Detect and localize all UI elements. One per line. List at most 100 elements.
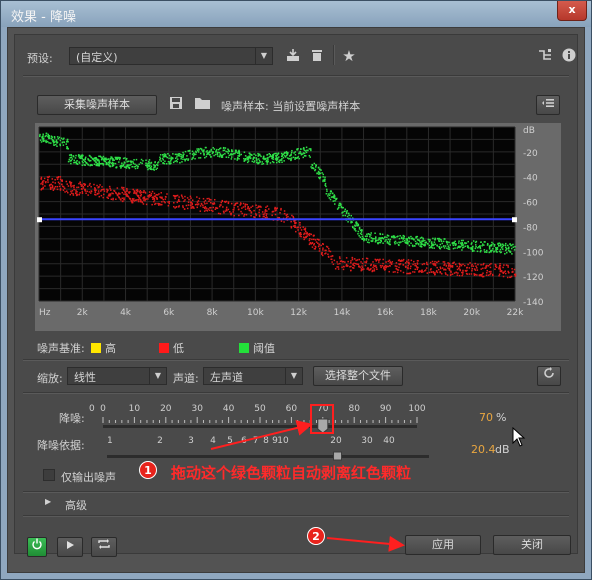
info-icon[interactable]: [561, 48, 577, 64]
annotation-marker-1: 1: [139, 461, 157, 479]
reduce-by-track: [107, 455, 429, 458]
reduction-tick-label: 0: [89, 404, 95, 414]
channel-value: 左声道: [210, 371, 243, 384]
hz-tick-label: 22k: [507, 308, 524, 318]
reduce-by-tick-label: 20: [330, 436, 342, 446]
hz-tick-label: 2k: [77, 308, 89, 318]
undo-icon: [544, 367, 554, 378]
reduce-by-tick-label: 4: [210, 436, 216, 446]
reduction-tick-label: 80: [348, 404, 360, 414]
channel-dropdown[interactable]: 左声道 ▼: [203, 367, 303, 385]
effect-window: 效果 - 降噪 x 预设: (自定义) ▼ ★ 采集噪声样本 噪声样本: 当前设…: [0, 0, 592, 580]
reduction-tick-label: 90: [380, 404, 392, 414]
legend-item-high: 高: [91, 340, 116, 356]
reduction-tick-label: 60: [286, 404, 298, 414]
reduction-tick-label: 0: [100, 404, 106, 414]
hz-tick-label: Hz: [39, 308, 51, 318]
reduction-tick-label: 40: [223, 404, 235, 414]
chevron-down-icon: ▼: [285, 368, 302, 384]
reduction-tick-label: 50: [254, 404, 266, 414]
hz-tick-label: 8k: [207, 308, 219, 318]
loop-button[interactable]: [91, 537, 117, 557]
preset-dropdown[interactable]: (自定义) ▼: [69, 47, 273, 65]
legend-swatch-low: [159, 343, 169, 353]
reduce-by-tick-label: 10: [277, 436, 289, 446]
apply-button[interactable]: 应用: [405, 535, 481, 555]
spectrum-graph-frame: Hz 2k 4k 6k 8k 10k 12k 14k 16k 18k 20k 22k dB -20 -40 -…: [35, 123, 561, 331]
output-noise-only-checkbox[interactable]: [43, 469, 55, 481]
channel-label: 声道:: [173, 372, 199, 385]
reduce-by-tick-label: 7: [253, 436, 259, 446]
reduce-by-value[interactable]: 20.4: [471, 443, 496, 456]
reduce-by-tick-label: 40: [383, 436, 395, 446]
footer-divider: [23, 515, 569, 517]
chevron-down-icon: ▼: [255, 48, 272, 64]
reduction-value[interactable]: 70: [479, 411, 493, 424]
annotation-arrow-2: [326, 535, 405, 552]
reduction-label: 降噪:: [59, 412, 85, 425]
hz-tick-label: 20k: [463, 308, 480, 318]
title-bar: 效果 - 降噪 x: [1, 1, 591, 27]
hz-tick-label: 4k: [120, 308, 132, 318]
reduce-by-label: 降噪依据:: [37, 439, 85, 452]
output-noise-only-label: 仅输出噪声: [61, 471, 116, 484]
advanced-toggle[interactable]: 高级: [65, 497, 87, 513]
toolbar-divider: [333, 45, 335, 65]
open-folder-icon[interactable]: [193, 96, 213, 114]
reduction-unit: %: [496, 411, 507, 424]
graph-menu-icon[interactable]: [536, 95, 560, 115]
scale-dropdown[interactable]: 线性 ▼: [67, 367, 167, 385]
reduce-by-tick-label: 6: [241, 436, 247, 446]
threshold-handle-left: [37, 217, 42, 223]
power-toggle-button[interactable]: [27, 537, 47, 557]
reset-graph-button[interactable]: [537, 366, 561, 386]
db-tick-label: dB: [523, 126, 535, 136]
options-divider: [23, 392, 569, 394]
db-tick-label: -40: [523, 174, 538, 184]
hz-tick-label: 6k: [163, 308, 175, 318]
reduction-tick-label: 10: [129, 404, 141, 414]
preset-value: (自定义): [76, 51, 118, 64]
dialog-body: 预设: (自定义) ▼ ★ 采集噪声样本 噪声样本: 当前设置噪声样本 Hz 2…: [7, 27, 585, 573]
routing-icon[interactable]: [537, 48, 553, 64]
preset-label: 预设:: [27, 52, 53, 65]
play-icon: [67, 541, 74, 549]
reduce-by-tick-label: 8: [263, 436, 269, 446]
expand-triangle-icon[interactable]: ▶: [45, 497, 51, 506]
save-noise-print-icon[interactable]: [167, 96, 185, 114]
reduce-by-tick-label: 3: [188, 436, 194, 446]
reduce-by-unit: dB: [495, 443, 510, 456]
reduce-by-tick-label: 30: [361, 436, 373, 446]
db-tick-label: -100: [523, 248, 544, 258]
reduce-by-slider[interactable]: 1 2 3 4 5 6 7 8 9 10 20 30 40: [89, 431, 429, 465]
spectrum-graph[interactable]: Hz 2k 4k 6k 8k 10k 12k 14k 16k 18k 20k 22k dB -20 -40 -…: [35, 123, 561, 331]
header-divider: [23, 75, 569, 77]
advanced-divider: [23, 491, 569, 493]
delete-preset-icon[interactable]: [309, 48, 325, 64]
db-tick-label: -20: [523, 149, 538, 159]
legend-item-low: 低: [159, 340, 184, 356]
reduction-tick-label: 30: [191, 404, 203, 414]
select-entire-file-button[interactable]: 选择整个文件: [313, 366, 403, 386]
reduce-by-tick-label: 5: [227, 436, 233, 446]
play-button[interactable]: [57, 537, 83, 557]
close-button[interactable]: 关闭: [493, 535, 571, 555]
favorite-star-icon[interactable]: ★: [341, 48, 357, 64]
db-tick-label: -60: [523, 199, 538, 209]
hz-tick-label: 18k: [420, 308, 437, 318]
chevron-down-icon: ▼: [149, 368, 166, 384]
reduction-tick-label: 70: [317, 404, 329, 414]
hz-tick-label: 12k: [290, 308, 307, 318]
scale-value: 线性: [74, 371, 96, 384]
noise-print-label: 噪声样本: 当前设置噪声样本: [221, 100, 361, 113]
noise-reduction-panel: 预设: (自定义) ▼ ★ 采集噪声样本 噪声样本: 当前设置噪声样本 Hz 2…: [14, 34, 578, 557]
close-window-button[interactable]: x: [557, 1, 587, 21]
capture-noise-print-button[interactable]: 采集噪声样本: [37, 95, 157, 115]
legend-divider: [23, 359, 569, 361]
legend-title: 噪声基准:: [37, 342, 85, 355]
reduce-by-tick-label: 2: [157, 436, 163, 446]
db-tick-label: -120: [523, 273, 544, 283]
window-title: 效果 - 降噪: [11, 10, 76, 25]
save-preset-icon[interactable]: [285, 48, 301, 64]
db-tick-label: -140: [523, 298, 544, 308]
